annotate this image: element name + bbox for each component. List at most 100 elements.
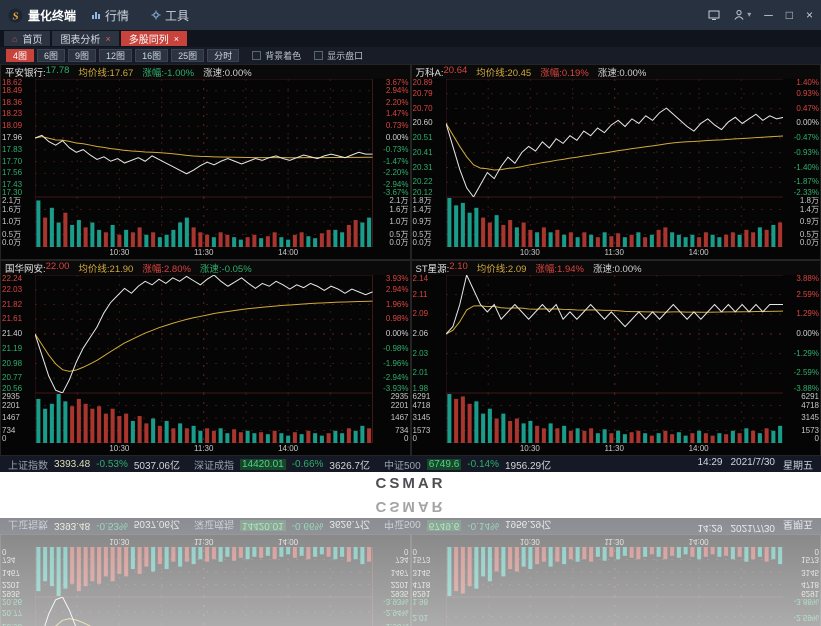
price-axis-left-label: 21.19 [2,345,22,353]
volume-axis-left: 2935220114677340 [1,393,35,443]
change-label: 涨幅:2.80% [142,261,191,275]
stock-panel[interactable]: 平安银行:17.78均价线:17.67涨幅:-1.00%涨速:0.00%18.6… [0,64,411,260]
price-axis-left: 22.2422.0321.8221.6121.4021.1920.9820.77… [1,275,35,393]
volume-axis-right-label: 1573 [801,556,819,564]
volume-axis-left-label: 0 [2,547,6,555]
volume-axis-left: 1.8万1.4万0.9万0.5万0.0万 [412,197,446,247]
volume-axis-right: 2935220114677340 [373,547,410,597]
index-value: 6749.6 [427,459,462,470]
price-axis-left-label: 17.56 [2,169,22,177]
volume-axis-left: 62914718314515730 [412,393,446,443]
percent-axis-right-label: -3.93% [383,385,408,393]
price-axis-left-label: 17.96 [2,134,22,142]
layout-button-4[interactable]: 12图 [99,49,132,62]
checkbox-icon [252,51,261,60]
percent-axis-right-label: -2.33% [794,189,819,197]
volume-axis-right-label: 734 [395,556,408,564]
close-button[interactable]: × [806,9,813,21]
title-bar[interactable]: S 量化终端 行情 工具 [0,0,821,30]
time-label: 10:30 [109,444,129,453]
percent-axis-right-label: -2.59% [794,369,819,377]
close-icon[interactable]: × [105,34,110,44]
price-chart [35,79,373,197]
layout-button-7[interactable]: 分时 [207,49,239,62]
stock-panel[interactable]: ST星源:2.10均价线:2.09涨幅:1.94%涨速:0.00%2.142.1… [411,260,821,456]
volume-axis-left-label: 2201 [2,581,20,589]
price-axis-left-label: 20.98 [2,623,22,626]
percent-axis-right: 3.88%2.59%1.29%0.00%-1.29%-2.59%-3.88% [783,597,820,626]
index-turnover: 1956.29亿 [505,519,551,534]
tab-chart-analysis[interactable]: 图表分析 × [52,31,118,46]
price-chart [35,275,373,393]
index-change: -0.53% [96,459,128,470]
time-label: 11:30 [605,537,624,546]
menu-quotes[interactable]: 行情 [84,4,136,26]
price-axis-left-label: 20.56 [2,597,22,605]
time-label: 11:30 [605,248,624,257]
tab-multi-stock[interactable]: 多股同列 × [121,31,187,46]
screen-icon[interactable] [708,9,720,21]
avg-price-label: 均价线:21.90 [78,261,133,275]
index-name[interactable]: 上证指数 [8,457,48,472]
index-name[interactable]: 深证成指 [194,457,234,472]
percent-axis-right-label: -3.67% [383,189,408,197]
price-line-chart [446,79,784,197]
chart-grid: 平安银行:17.78均价线:17.67涨幅:-1.00%涨速:0.00%18.6… [0,534,821,626]
menu-tools[interactable]: 工具 [144,4,196,26]
volume-axis-left-label: 4718 [413,402,431,410]
layout-button-5[interactable]: 16图 [135,49,168,62]
percent-axis-right-label: -2.59% [794,613,819,621]
maximize-button[interactable]: □ [786,9,793,21]
layout-button-3[interactable]: 9图 [68,49,96,62]
csmar-caption: CSMAR [0,472,821,495]
percent-axis-right-label: 0.47% [796,105,819,113]
minimize-button[interactable]: ─ [764,9,773,21]
time-label: 14:00 [278,248,298,257]
time-label: 10:30 [520,444,540,453]
index-name: 上证指数 [8,519,48,534]
index-change: -0.14% [467,459,499,470]
volume-axis-right-label: 0 [404,547,408,555]
percent-axis-right-label: 2.59% [796,291,819,299]
percent-axis-right-label: 0.98% [386,315,409,323]
layout-button-6[interactable]: 25图 [171,49,204,62]
percent-axis-right-label: 1.47% [386,110,409,118]
checkbox-show-orderbook[interactable]: 显示盘口 [314,49,363,62]
percent-axis-right: 1.40%0.93%0.47%0.00%-0.47%-0.93%-1.40%-1… [783,79,820,197]
tab-home[interactable]: ⌂ 首页 [4,31,50,46]
volume-axis-left-label: 6291 [413,589,431,597]
csmar-watermark: CSMAR [376,475,446,492]
percent-axis-right-label: -1.96% [383,623,408,626]
volume-chart [446,393,784,443]
panel-body: 22.2422.0321.8221.6121.4021.1920.9820.77… [1,275,410,455]
change-label: 涨幅:1.94% [535,261,584,275]
menu-tools-label: 工具 [165,7,189,24]
percent-axis-right-label: 0.93% [796,90,819,98]
time-axis: 10:3011:3014:00 [35,247,373,259]
checkbox-background-color[interactable]: 背景着色 [252,49,301,62]
percent-axis-right-label: 2.94% [386,87,409,95]
stock-panel[interactable]: 国华网安:22.00均价线:21.90涨幅:2.80%涨速:-0.05%22.2… [0,260,411,456]
layout-button-1[interactable]: 4图 [6,49,34,62]
price-axis-left-label: 2.06 [413,330,429,338]
volume-axis-left-label: 1.4万 [413,206,432,214]
price-axis-left-label: 20.60 [413,119,433,127]
price-axis-left-label: 20.79 [413,90,433,98]
volume-axis-right-label: 1.6万 [389,206,408,214]
stock-panel: ST星源:2.10均价线:2.09涨幅:1.94%涨速:0.00%2.142.1… [411,534,821,626]
change-label: 涨幅:0.19% [540,65,589,79]
time-label: 10:30 [109,537,129,546]
status-weekday: 星期五 [783,457,813,472]
mirror-content: S 量化终端 行情 工具 [0,0,821,495]
user-icon[interactable]: ▾ [733,9,751,21]
stock-name: 国华网安: [5,261,46,275]
layout-button-2[interactable]: 6图 [37,49,65,62]
volume-axis-left-label: 0 [2,435,6,443]
avg-price-label: 均价线:17.67 [78,65,133,79]
percent-axis-right: 3.88%2.59%1.29%0.00%-1.29%-2.59%-3.88% [783,275,820,393]
close-icon[interactable]: × [174,34,179,44]
speed-label: 涨速:0.00% [203,65,252,79]
stock-panel[interactable]: 万科A:20.64均价线:20.45涨幅:0.19%涨速:0.00%20.892… [411,64,821,260]
index-name[interactable]: 中证500 [384,457,421,472]
tools-icon [151,10,161,20]
